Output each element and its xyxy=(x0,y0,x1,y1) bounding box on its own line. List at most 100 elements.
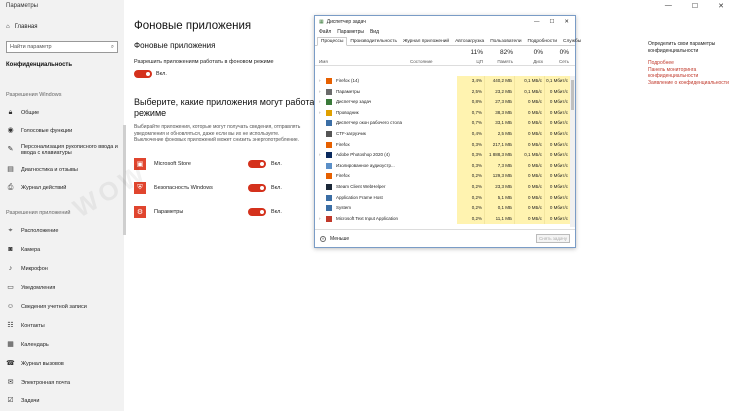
maximize-button[interactable]: ☐ xyxy=(692,2,698,10)
sidebar-item-speech[interactable]: ◉ Голосовые функции xyxy=(6,127,122,136)
process-row[interactable]: › Диспетчер задач 0,8% 27,3 МБ 0 МБ/с 0 Мбит/… xyxy=(315,97,571,108)
tab-processes[interactable]: Процессы xyxy=(317,37,348,46)
app-name: Параметры xyxy=(154,209,184,215)
process-name: Firefox (14) xyxy=(336,78,360,83)
sidebar-item-email[interactable]: ✉ Электронная почта xyxy=(6,379,122,388)
process-memory: 129,3 МБ xyxy=(485,171,515,182)
sidebar-item-diagnostics[interactable]: ▤ Диагностика и отзывы xyxy=(6,166,122,175)
sidebar-item-camera[interactable]: ◙ Камера xyxy=(6,246,122,255)
store-toggle[interactable] xyxy=(248,160,266,168)
sidebar-item-label: Задачи xyxy=(21,398,40,405)
sidebar-item-inking[interactable]: ✎ Персонализация рукописного ввода и вво… xyxy=(6,144,122,157)
tab-details[interactable]: Подробности xyxy=(525,38,560,45)
security-toggle[interactable] xyxy=(248,184,266,192)
process-name: Steam Client WebHelper xyxy=(336,183,386,189)
settings-toggle[interactable] xyxy=(248,208,266,216)
sidebar-item-call-history[interactable]: ☎ Журнал вызовов xyxy=(6,360,122,369)
process-row[interactable]: › Firefox (14) 3,4% 440,2 МБ 0,1 МБ/с 0,1 Мби… xyxy=(315,76,571,87)
tab-users[interactable]: Пользователи xyxy=(487,38,524,45)
sidebar-item-home[interactable]: ⌂ Главная xyxy=(6,24,37,30)
net-total-pct: 0% xyxy=(559,49,569,56)
process-name: Диспетчер окон рабочего стола xyxy=(336,120,402,126)
app-row-settings: ⚙ Параметры xyxy=(134,206,183,218)
lock-icon: 🔒︎ xyxy=(8,109,13,117)
menu-file[interactable]: Файл xyxy=(319,29,331,35)
process-row[interactable]: › Проводник 0,7% 38,3 МБ 0 МБ/с 0 Мбит/с xyxy=(315,107,571,119)
process-cpu: 0,2% xyxy=(457,203,485,214)
process-row[interactable]: Диспетчер окон рабочего стола 0,7% 33,1 МБ… xyxy=(315,118,571,129)
tab-app-history[interactable]: Журнал приложений xyxy=(400,38,452,45)
sidebar-item-label: Контакты xyxy=(21,323,45,330)
fewer-details-label: Меньше xyxy=(330,235,350,242)
choose-apps-description: Выбирайте приложения, которые могут полу… xyxy=(134,124,301,143)
process-network: 0 Мбит/с xyxy=(545,118,571,129)
process-row[interactable]: Изолированное аудиоустр... 0,3% 7,3 МБ 0 МБ… xyxy=(315,160,571,172)
minimize-button[interactable]: — xyxy=(665,2,672,10)
tm-close-button[interactable]: ✕ xyxy=(564,19,569,25)
privacy-dashboard-link[interactable]: Панель мониторинга конфиденциальности xyxy=(648,67,730,80)
allow-background-toggle[interactable] xyxy=(134,70,152,78)
sidebar-item-label: Диагностика и отзывы xyxy=(21,167,78,174)
expand-chevron-icon[interactable]: › xyxy=(319,99,321,104)
end-task-button[interactable]: Снять задачу xyxy=(536,234,570,243)
column-cpu[interactable]: ЦП xyxy=(457,59,483,64)
camera-icon: ◙ xyxy=(8,246,13,254)
column-network[interactable]: Сеть xyxy=(545,59,569,64)
expand-chevron-icon[interactable]: › xyxy=(319,216,321,221)
process-network: 0 Мбит/с xyxy=(545,150,571,161)
sidebar-item-contacts[interactable]: ☷ Контакты xyxy=(6,322,122,331)
process-row[interactable]: System 0,2% 0,1 МБ 0 МБ/с 0 Мбит/с xyxy=(315,203,571,214)
sidebar-item-label: Журнал действий xyxy=(21,185,67,192)
sidebar-item-account-info[interactable]: ☺ Сведения учетной записи xyxy=(6,303,122,312)
process-memory: 217,1 МБ xyxy=(485,139,515,151)
scrollbar-thumb[interactable] xyxy=(571,80,574,110)
process-name: Firefox xyxy=(336,141,350,147)
process-name: System xyxy=(336,205,352,211)
menu-view[interactable]: Вид xyxy=(370,29,379,35)
sidebar-item-calendar[interactable]: ▦ Календарь xyxy=(6,341,122,350)
sidebar-item-location[interactable]: ⌖ Расположение xyxy=(6,227,122,236)
process-name: Диспетчер задач xyxy=(336,99,372,105)
tab-performance[interactable]: Производительность xyxy=(347,38,400,45)
process-cpu: 3,4% xyxy=(457,76,485,87)
expand-chevron-icon[interactable]: › xyxy=(319,78,321,83)
process-row[interactable]: Application Frame Host 0,2% 5,1 МБ 0 МБ/с 0 … xyxy=(315,192,571,204)
column-memory[interactable]: Память xyxy=(485,59,513,64)
sidebar-item-notifications[interactable]: ▭ Уведомления xyxy=(6,284,122,293)
column-name[interactable]: Имя xyxy=(319,59,328,64)
privacy-statement-link[interactable]: Заявление о конфиденциальности xyxy=(648,80,730,87)
sidebar-item-microphone[interactable]: ♪ Микрофон xyxy=(6,265,122,274)
tm-maximize-button[interactable]: ☐ xyxy=(549,19,554,25)
process-row[interactable]: › Microsoft Text Input Application 0,2% 11,… xyxy=(315,213,571,225)
search-placeholder: Найти параметр xyxy=(10,44,52,50)
column-status[interactable]: Состояние xyxy=(410,59,432,64)
process-row[interactable]: CTF-загрузчик 0,4% 2,5 МБ 0 МБ/с 0 Мбит/с xyxy=(315,128,571,140)
sidebar-item-tasks[interactable]: ☑ Задачи xyxy=(6,397,122,406)
tm-minimize-button[interactable]: — xyxy=(534,19,540,25)
tab-services[interactable]: Службы xyxy=(560,38,584,45)
app-name: Безопасность Windows xyxy=(154,185,213,191)
sidebar-item-activity-history[interactable]: ⎙ Журнал действий xyxy=(6,184,122,193)
menu-options[interactable]: Параметры xyxy=(337,29,364,35)
process-name: Microsoft Text Input Application xyxy=(336,215,398,221)
column-disk[interactable]: Диск xyxy=(515,59,543,64)
sidebar-item-general[interactable]: 🔒︎ Общие xyxy=(6,109,122,118)
close-button[interactable]: ✕ xyxy=(718,2,724,10)
expand-chevron-icon[interactable]: › xyxy=(319,89,321,94)
process-list-scrollbar[interactable] xyxy=(570,76,575,227)
process-row[interactable]: Firefox 0,3% 217,1 МБ 0 МБ/с 0 Мбит/с xyxy=(315,139,571,151)
fewer-details-button[interactable]: ˄ Меньше xyxy=(320,235,350,242)
process-row[interactable]: › Параметры 2,5% 23,2 МБ 0,1 МБ/с 0 Мбит/с xyxy=(315,86,571,98)
process-row[interactable]: › Adobe Photoshop 2020 (4) 0,3% 1 888,3 МБ 0… xyxy=(315,150,571,161)
process-row[interactable]: Steam Client WebHelper 0,2% 23,3 МБ 0 МБ/с 0… xyxy=(315,181,571,193)
search-input[interactable]: Найти параметр ⌕ xyxy=(6,41,118,53)
expand-chevron-icon[interactable]: › xyxy=(319,152,321,157)
tab-startup[interactable]: Автозагрузка xyxy=(452,38,487,45)
process-memory: 23,3 МБ xyxy=(485,181,515,193)
tasks-icon: ☑ xyxy=(7,397,14,405)
microphone-speech-icon: ◉ xyxy=(7,127,14,135)
task-manager-window: ▦ Диспетчер задач — ☐ ✕ Файл Параметры В… xyxy=(314,15,581,248)
process-network: 0 Мбит/с xyxy=(545,171,571,182)
process-row[interactable]: Firefox 0,2% 129,3 МБ 0 МБ/с 0 Мбит/с xyxy=(315,171,571,182)
expand-chevron-icon[interactable]: › xyxy=(319,110,321,115)
